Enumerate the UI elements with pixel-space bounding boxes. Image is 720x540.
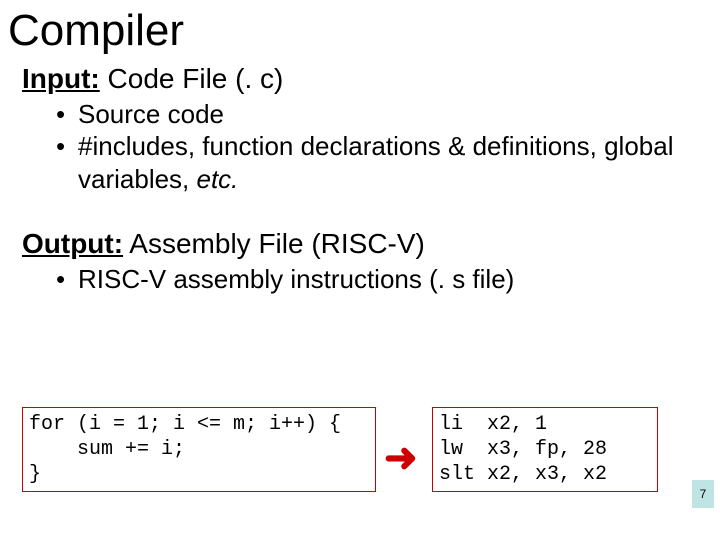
slide-title: Compiler [0, 0, 720, 56]
bullet-marker: • [56, 130, 78, 163]
bullet-text: Source code [78, 98, 224, 131]
bullet-text: RISC-V assembly instructions (. s file) [78, 263, 514, 296]
list-item: • Source code [56, 98, 720, 131]
output-heading: Output: Assembly File (RISC-V) [0, 227, 720, 261]
input-text: Code File (. c) [100, 63, 284, 94]
bullet-marker: • [56, 263, 78, 296]
list-item: • #includes, function declarations & def… [56, 130, 720, 195]
bullet-text: #includes, function declarations & defin… [78, 130, 720, 195]
code-after-box: li x2, 1 lw x3, fp, 28 slt x2, x3, x2 [432, 407, 658, 492]
output-text: Assembly File (RISC-V) [123, 228, 425, 259]
input-bullets: • Source code • #includes, function decl… [0, 98, 720, 196]
bullet-marker: • [56, 98, 78, 131]
input-heading: Input: Code File (. c) [0, 62, 720, 96]
output-bullets: • RISC-V assembly instructions (. s file… [0, 263, 720, 296]
arrow-right-icon: ➜ [384, 438, 418, 478]
list-item: • RISC-V assembly instructions (. s file… [56, 263, 720, 296]
page-number: 7 [692, 480, 714, 508]
code-before-box: for (i = 1; i <= m; i++) { sum += i; } [22, 407, 376, 492]
input-label: Input: [22, 63, 100, 94]
output-label: Output: [22, 228, 123, 259]
